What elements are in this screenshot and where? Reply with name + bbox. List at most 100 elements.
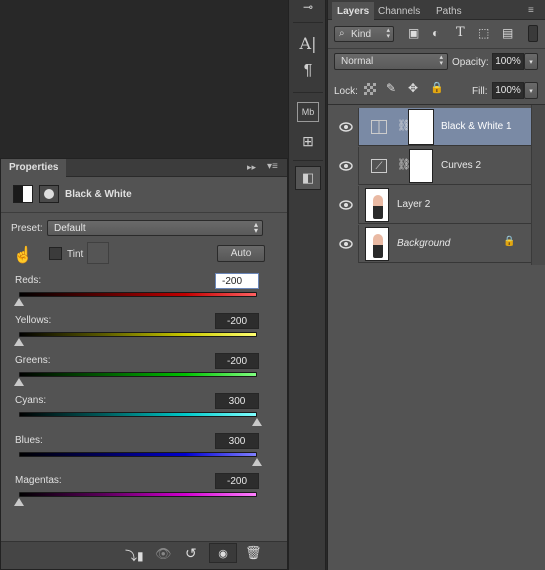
slider-thumb[interactable] xyxy=(14,298,24,306)
chevron-updown-icon: ▴ ▾ xyxy=(439,54,443,67)
slider-thumb[interactable] xyxy=(14,498,24,506)
curves-layer-icon: ⟋ xyxy=(371,159,387,173)
timeline-icon[interactable]: ⊞ xyxy=(297,130,319,152)
tab-properties[interactable]: Properties xyxy=(1,159,67,177)
layer-mask-thumbnail[interactable] xyxy=(408,109,434,145)
filter-toggle-icon[interactable] xyxy=(528,25,538,42)
view-previous-icon[interactable]: 👁 xyxy=(155,546,172,562)
slider-label: Magentas: xyxy=(15,475,62,486)
filter-smart-object-icon[interactable]: ▤ xyxy=(502,26,513,40)
divider xyxy=(1,212,287,213)
slider-value-input[interactable]: -200 xyxy=(215,273,259,289)
slider-track[interactable] xyxy=(19,372,257,377)
lock-image-pixels-icon[interactable]: ✎ xyxy=(386,81,396,95)
search-icon: ⌕ xyxy=(339,28,345,39)
slider-label: Yellows: xyxy=(15,315,52,326)
image-thumbnail[interactable] xyxy=(365,188,389,222)
slider-label: Cyans: xyxy=(15,395,47,406)
panel-menu-icon[interactable]: ≡ xyxy=(528,5,534,16)
slider-value-input[interactable]: 300 xyxy=(215,393,259,409)
collapse-icon[interactable]: ▸▸ xyxy=(247,162,256,173)
fill-dropdown-button[interactable]: ▾ xyxy=(524,82,538,99)
tab-layers[interactable]: Layers xyxy=(332,2,375,21)
filter-type-icon[interactable]: T xyxy=(456,25,465,40)
layer-name: Background xyxy=(397,238,451,249)
slider-track[interactable] xyxy=(19,332,257,337)
targeted-adjustment-hand-icon[interactable]: ☝ xyxy=(13,245,33,265)
filter-pixel-icon[interactable]: ▣ xyxy=(408,26,419,40)
divider xyxy=(328,48,545,49)
character-icon[interactable]: A| xyxy=(297,32,319,54)
layer-row[interactable]: Background 🔒 xyxy=(331,225,531,263)
reset-icon[interactable]: ↺ xyxy=(185,545,197,562)
lock-label: Lock: xyxy=(334,86,358,97)
slider-track[interactable] xyxy=(19,492,257,497)
lock-all-icon[interactable]: 🔒 xyxy=(430,81,444,94)
slider-value-input[interactable]: 300 xyxy=(215,433,259,449)
layer-mask-thumbnail[interactable] xyxy=(409,149,433,183)
layer-row[interactable]: ⟋ ⛓ Curves 2 xyxy=(331,147,531,185)
slider-value-input[interactable]: -200 xyxy=(215,353,259,369)
dock-divider xyxy=(293,160,323,161)
tint-color-swatch[interactable] xyxy=(87,242,109,264)
tab-channels[interactable]: Channels xyxy=(378,6,420,17)
tint-label: Tint xyxy=(67,249,84,260)
dock-divider xyxy=(293,92,323,93)
slider-thumb[interactable] xyxy=(14,338,24,346)
eye-icon[interactable] xyxy=(339,159,353,173)
visibility-toggle-icon[interactable]: ◉ xyxy=(209,543,237,563)
layers-empty-area xyxy=(531,105,545,265)
eye-icon[interactable] xyxy=(339,120,353,134)
blend-mode-select[interactable]: Normal ▴ ▾ xyxy=(334,53,448,70)
slider-track[interactable] xyxy=(19,292,257,297)
panel-menu-icon[interactable]: ▾≡ xyxy=(267,161,278,172)
slider-thumb[interactable] xyxy=(14,378,24,386)
fill-input[interactable]: 100% xyxy=(492,82,524,99)
properties-panel: Properties ▸▸ ▾≡ Black & White Preset: D… xyxy=(0,158,288,570)
opacity-dropdown-button[interactable]: ▾ xyxy=(524,53,538,70)
slider-thumb[interactable] xyxy=(252,458,262,466)
lock-transparent-icon[interactable] xyxy=(364,83,376,95)
slider-track[interactable] xyxy=(19,452,257,457)
delete-icon[interactable]: 🗑 xyxy=(245,545,262,561)
filter-adjustment-icon[interactable]: ◐ xyxy=(432,26,439,40)
adjustment-title: Black & White xyxy=(65,189,132,200)
slider-value-input[interactable]: -200 xyxy=(215,473,259,489)
bw-adjustment-icon[interactable] xyxy=(13,185,33,203)
divider xyxy=(328,104,545,105)
auto-button[interactable]: Auto xyxy=(217,245,265,262)
dock-divider xyxy=(293,22,323,23)
tab-paths[interactable]: Paths xyxy=(436,6,462,17)
eye-icon[interactable] xyxy=(339,198,353,212)
layer-row[interactable]: Layer 2 xyxy=(331,186,531,224)
preset-select[interactable]: Default ▴ ▾ xyxy=(47,220,263,236)
opacity-input[interactable]: 100% xyxy=(492,53,524,70)
filter-shape-icon[interactable]: ⬚ xyxy=(478,26,489,40)
tint-checkbox[interactable] xyxy=(49,247,62,260)
slider-label: Blues: xyxy=(15,435,43,446)
slider-track[interactable] xyxy=(19,412,257,417)
slider-value-input[interactable]: -200 xyxy=(215,313,259,329)
blend-mode-value: Normal xyxy=(341,56,374,67)
slider-thumb[interactable] xyxy=(252,418,262,426)
chevron-updown-icon: ▴ ▾ xyxy=(386,27,390,40)
image-thumbnail[interactable] xyxy=(365,227,389,261)
document-canvas[interactable] xyxy=(0,0,288,158)
layer-name: Curves 2 xyxy=(441,160,482,171)
fill-label: Fill: xyxy=(472,86,488,97)
slider-label: Greens: xyxy=(15,355,51,366)
preset-value: Default xyxy=(54,223,86,234)
eye-icon[interactable] xyxy=(339,237,353,251)
chevron-updown-icon: ▴ ▾ xyxy=(253,220,258,235)
paragraph-icon[interactable]: ¶ xyxy=(297,60,319,82)
lock-icon: 🔒 xyxy=(503,236,516,247)
panel-icon-dock: ⊸ A| ¶ Mb ⊞ ◧ xyxy=(288,0,326,570)
mini-bridge-icon[interactable]: Mb xyxy=(297,102,319,122)
properties-icon[interactable]: ◧ xyxy=(295,166,321,190)
layer-row[interactable]: ⛓ Black & White 1 xyxy=(331,108,531,146)
lock-position-icon[interactable]: ✥ xyxy=(408,81,418,95)
layer-mask-icon[interactable] xyxy=(39,185,59,203)
clip-to-layer-icon[interactable]: ⤵▮ xyxy=(125,547,144,564)
filter-kind-select[interactable]: ⌕ Kind ▴ ▾ xyxy=(334,26,394,42)
brush-preset-icon[interactable]: ⊸ xyxy=(297,0,319,14)
